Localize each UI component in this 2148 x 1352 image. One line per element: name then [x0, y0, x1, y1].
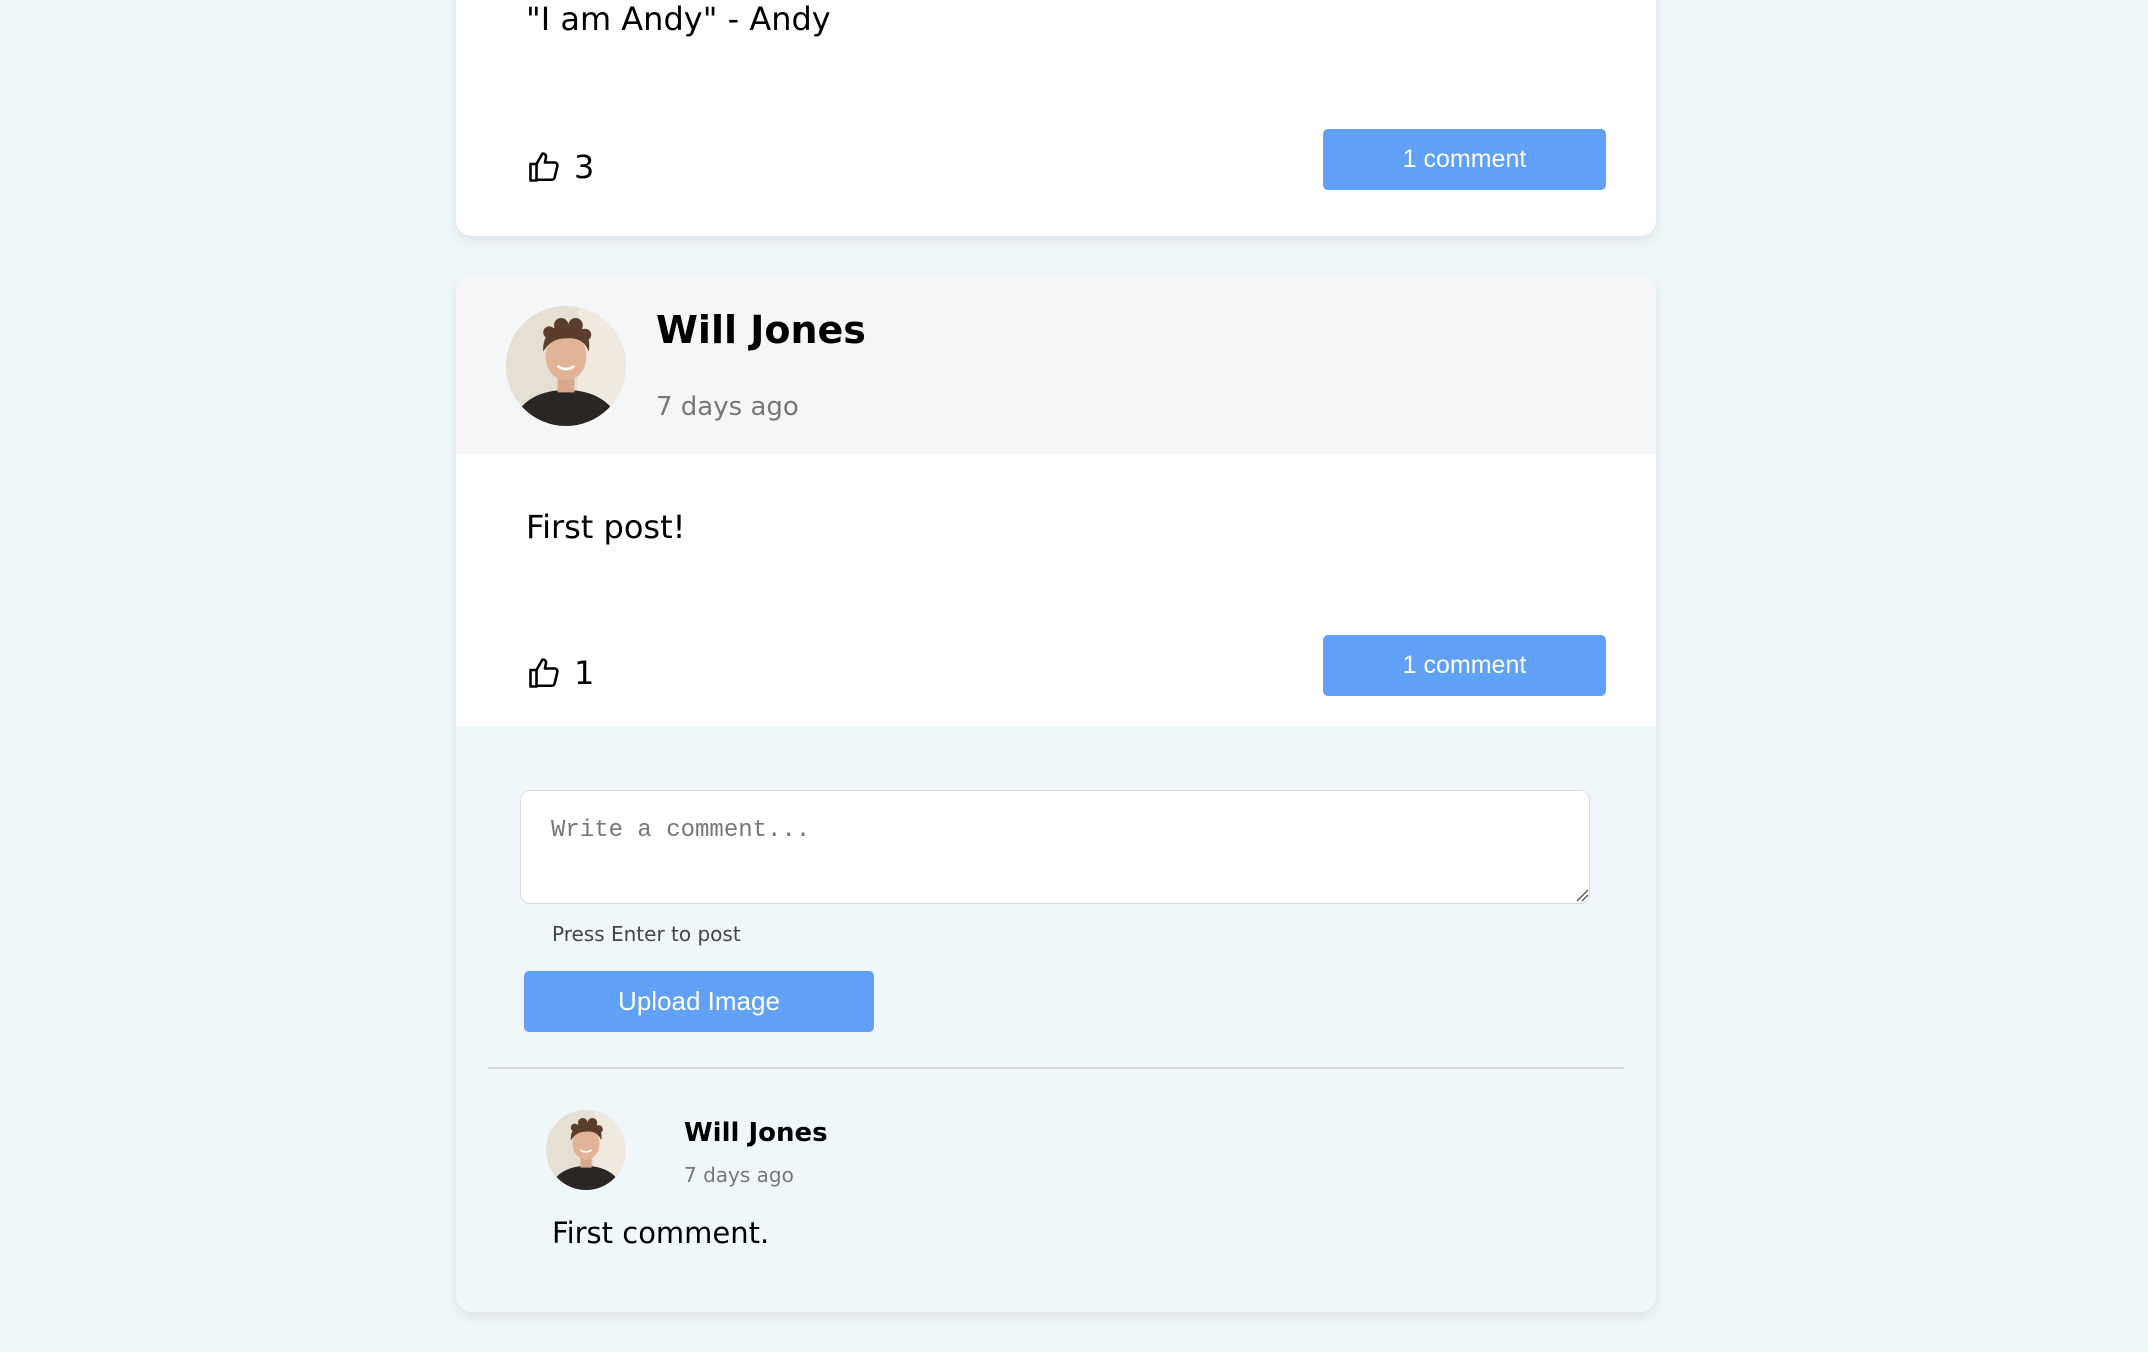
comment-timestamp: 7 days ago: [684, 1163, 794, 1187]
thumbs-up-icon[interactable]: [526, 149, 562, 185]
comments-section: Press Enter to post Upload Image Will Jo…: [456, 726, 1656, 1312]
resize-handle-icon[interactable]: [1575, 888, 1589, 902]
comment-avatar[interactable]: [546, 1110, 626, 1190]
comment-author[interactable]: Will Jones: [684, 1118, 828, 1148]
comments-toggle-button[interactable]: 1 comment: [1323, 635, 1606, 696]
post-text: "I am Andy" - Andy: [526, 0, 831, 38]
like-count: 1: [574, 654, 595, 692]
post-card: Will Jones 7 days ago First post! 1 1 co…: [456, 276, 1656, 1312]
comment-text: First comment.: [552, 1216, 770, 1250]
comment-input[interactable]: [520, 790, 1590, 904]
upload-image-button[interactable]: Upload Image: [524, 971, 874, 1032]
like-count: 3: [574, 148, 595, 186]
post-author[interactable]: Will Jones: [656, 308, 866, 352]
post-header: Will Jones 7 days ago: [456, 276, 1656, 454]
comments-toggle-button[interactable]: 1 comment: [1323, 129, 1606, 190]
user-avatar-photo: [506, 306, 626, 426]
thumbs-up-icon[interactable]: [526, 655, 562, 691]
avatar[interactable]: [506, 306, 626, 426]
like-group: 3: [526, 148, 594, 186]
post-card: "I am Andy" - Andy 3 1 comment: [456, 0, 1656, 236]
post-timestamp: 7 days ago: [656, 392, 799, 422]
user-avatar-photo: [546, 1110, 626, 1190]
divider: [488, 1067, 1624, 1069]
comment-hint: Press Enter to post: [552, 922, 741, 946]
post-text: First post!: [526, 508, 686, 546]
like-group: 1: [526, 654, 594, 692]
